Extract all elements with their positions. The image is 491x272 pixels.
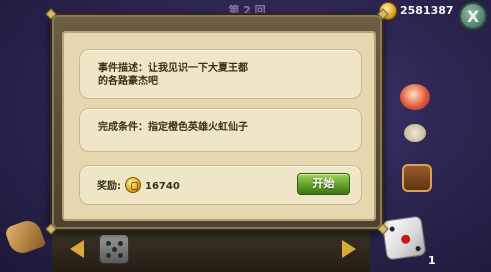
dice-pip [118,241,123,246]
dice-pip [106,241,111,246]
arrow-left-icon[interactable] [70,240,84,258]
coin-count: 2581387 [400,4,454,17]
reward-value: 16740 [145,181,180,192]
dice-pip [400,234,411,245]
start-button[interactable]: 开始 [297,173,350,195]
close-button[interactable]: X [459,2,487,30]
dice-icon[interactable] [99,234,129,264]
dice-pip [106,253,111,258]
dice-pip [118,253,123,258]
event-description-panel: 事件描述：让我见识一下大夏王都 的各路豪杰吧 [79,49,362,99]
roll-dice-button[interactable] [381,215,427,261]
coin-icon [125,177,141,193]
board-tile-icon [404,124,426,142]
reward-label: 奖励: [97,181,121,192]
completion-condition-panel: 完成条件：指定橙色英雄火虹仙子 [79,108,362,152]
horn-icon[interactable] [3,217,47,257]
event-description-line2: 的各路豪杰吧 [98,76,158,87]
treasure-chest-icon [402,164,432,192]
event-description-line1: 事件描述：让我见识一下大夏王都 [98,63,248,74]
board-piece-icon [400,84,430,110]
arrow-right-icon[interactable] [342,240,356,258]
dice-pip [415,245,421,252]
dice-pip [389,226,395,232]
dice-count: 1 [428,254,436,267]
dice-pip [112,247,117,252]
completion-condition-text: 完成条件：指定橙色英雄火虹仙子 [98,122,248,133]
